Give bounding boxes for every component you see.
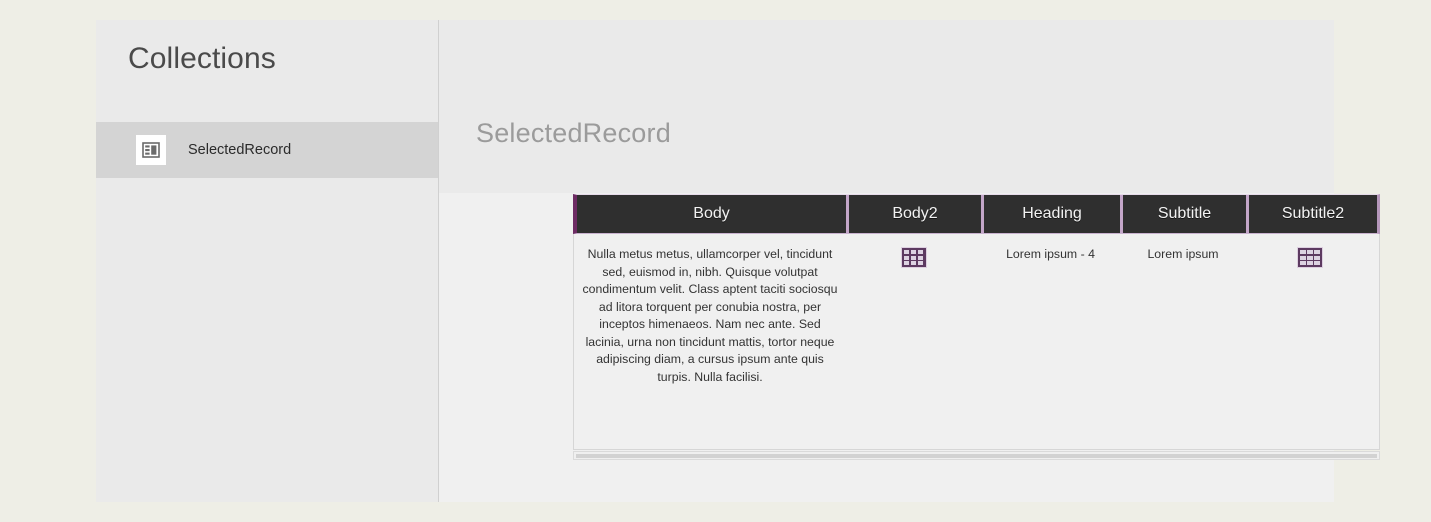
main-content: SelectedRecord Body Body2 Heading Subtitle S… (440, 20, 1380, 502)
grid-icon-cell (910, 250, 917, 254)
cell-text: Lorem ipsum (1147, 247, 1219, 261)
column-header-subtitle[interactable]: Subtitle (1123, 195, 1249, 233)
grid-icon-cell (1314, 261, 1320, 265)
sidebar-item-label: SelectedRecord (188, 142, 292, 158)
grid-icon-cell (1307, 255, 1313, 260)
column-header-heading[interactable]: Heading (984, 195, 1123, 233)
grid-icon-cell (1300, 261, 1306, 265)
grid-icon-cell (1314, 255, 1320, 260)
grid-icon-cell (917, 250, 924, 254)
cell-body2 (846, 234, 981, 449)
table-header-row: Body Body2 Heading Subtitle Subtitle2 (573, 194, 1380, 234)
cell-text: Nulla metus metus, ullamcorper vel, tinc… (582, 247, 838, 384)
cell-subtitle: Lorem ipsum (1120, 234, 1246, 449)
collection-data-table: Body Body2 Heading Subtitle Subtitle2 Nulla … (573, 194, 1380, 460)
table-grid-icon[interactable] (900, 247, 927, 268)
grid-icon-cell (917, 255, 924, 260)
grid-icon-cell (903, 261, 910, 265)
table-horizontal-scrollbar-thumb[interactable] (576, 454, 1377, 458)
cell-heading: Lorem ipsum - 4 (981, 234, 1120, 449)
grid-icon-cell (903, 255, 910, 260)
sidebar-item-selectedrecord[interactable]: SelectedRecord (96, 122, 438, 178)
cell-body: Nulla metus metus, ullamcorper vel, tinc… (574, 234, 846, 449)
grid-icon-cell (917, 261, 924, 265)
record-heading: SelectedRecord (476, 118, 671, 148)
grid-icon-cell (1300, 255, 1306, 260)
app-panel: Collections SelectedRecord SelectedRecor… (96, 20, 1380, 502)
cell-text: Lorem ipsum - 4 (1006, 247, 1095, 261)
column-header-subtitle2[interactable]: Subtitle2 (1249, 195, 1377, 233)
grid-icon-cell (1314, 250, 1320, 254)
grid-icon-cell (1300, 250, 1306, 254)
column-header-body2[interactable]: Body2 (849, 195, 984, 233)
table-grid-icon[interactable] (1297, 247, 1323, 268)
table-horizontal-scrollbar[interactable] (573, 451, 1380, 460)
grid-icon-cell (910, 261, 917, 265)
page-title: Collections (128, 42, 276, 75)
grid-icon-cell (1307, 261, 1313, 265)
table-row[interactable]: Nulla metus metus, ullamcorper vel, tinc… (573, 234, 1380, 450)
column-header-body[interactable]: Body (577, 195, 849, 233)
record-table-icon (136, 135, 166, 165)
collections-sidebar: Collections SelectedRecord (96, 20, 439, 502)
grid-icon-cell (1307, 250, 1313, 254)
record-table-icon-glyph (142, 142, 160, 158)
grid-icon-cell (910, 255, 917, 260)
cell-subtitle2 (1246, 234, 1374, 449)
grid-icon-cell (903, 250, 910, 254)
